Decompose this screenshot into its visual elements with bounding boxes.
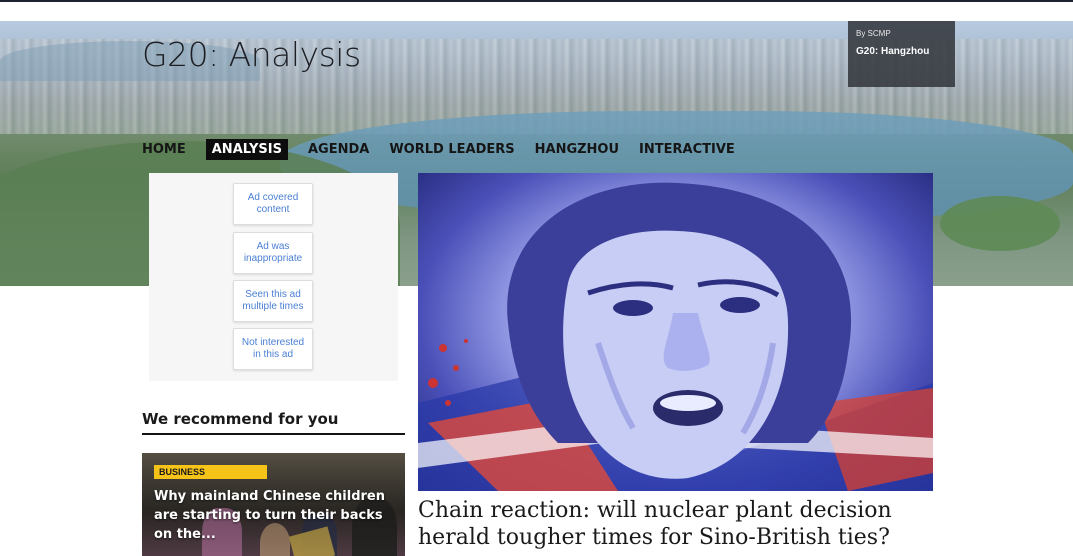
scmp-badge[interactable]: By SCMP G20: Hangzhou: [848, 21, 955, 87]
recommended-article-title[interactable]: Why mainland Chinese children are starti…: [154, 487, 399, 544]
category-badge[interactable]: BUSINESS: [154, 465, 267, 479]
nav-home[interactable]: HOME: [142, 139, 186, 160]
ad-seen-multiple-button[interactable]: Seen this ad multiple times: [233, 280, 313, 322]
recommended-article-card[interactable]: BUSINESS Why mainland Chinese children a…: [142, 453, 405, 556]
recommend-divider: [142, 433, 405, 435]
nav-analysis[interactable]: ANALYSIS: [205, 138, 288, 160]
main-nav: HOME ANALYSIS AGENDA WORLD LEADERS HANGZ…: [142, 137, 755, 161]
badge-title: G20: Hangzhou: [856, 46, 930, 57]
nav-interactive[interactable]: INTERACTIVE: [639, 139, 735, 160]
ad-not-interested-button[interactable]: Not interested in this ad: [233, 328, 313, 370]
top-border: [0, 0, 1073, 2]
nav-world-leaders[interactable]: WORLD LEADERS: [389, 139, 514, 160]
feature-image[interactable]: [418, 173, 933, 491]
feature-headline[interactable]: Chain reaction: will nuclear plant decis…: [418, 497, 933, 551]
nav-hangzhou[interactable]: HANGZHOU: [535, 139, 619, 160]
site-title[interactable]: G20: Analysis: [142, 35, 361, 74]
badge-byline: By SCMP: [856, 29, 891, 38]
ad-inappropriate-button[interactable]: Ad was inappropriate: [233, 232, 313, 274]
nav-agenda[interactable]: AGENDA: [308, 139, 369, 160]
recommend-heading: We recommend for you: [142, 410, 339, 428]
ad-covered-content-button[interactable]: Ad covered content: [233, 183, 313, 225]
island: [940, 196, 1060, 251]
ad-feedback-panel: Ad covered content Ad was inappropriate …: [149, 173, 398, 381]
portrait-illustration: [418, 182, 933, 491]
